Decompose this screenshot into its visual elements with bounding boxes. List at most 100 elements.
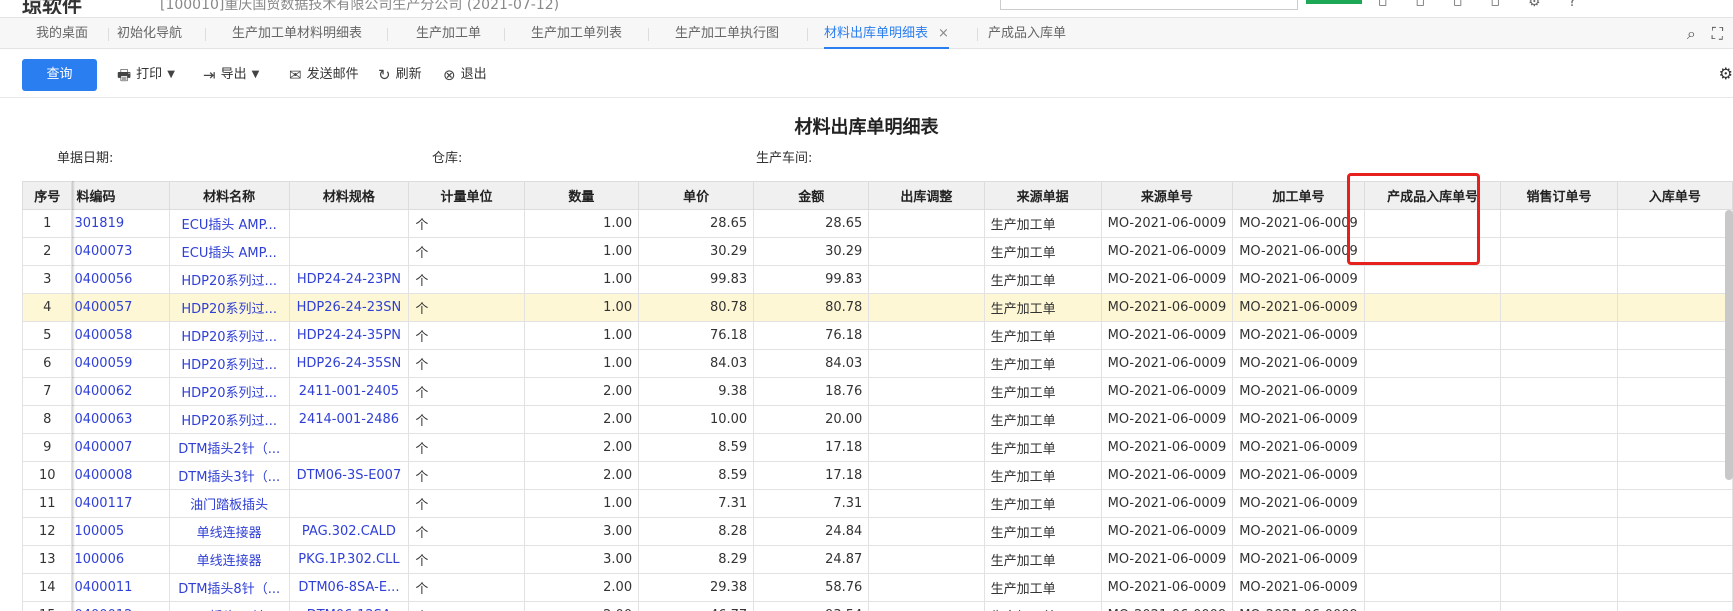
cell-material-spec[interactable]: 2411-001-2405 bbox=[288, 377, 410, 406]
help-icon[interactable]: ? bbox=[1569, 0, 1576, 10]
tab-finished-goods-receipt[interactable]: 产成品入库单 bbox=[988, 18, 1066, 49]
send-mail-button[interactable]: ✉ 发送邮件 bbox=[289, 64, 359, 86]
tab-workorder[interactable]: 生产加工单 bbox=[416, 18, 481, 49]
tab-workorder-material-detail[interactable]: 生产加工单材料明细表 bbox=[232, 18, 362, 49]
tab-init-guide[interactable]: 初始化导航 bbox=[117, 18, 182, 49]
cell-material-spec[interactable] bbox=[288, 489, 410, 518]
cell-material-name[interactable]: DTM插头2针（... bbox=[168, 433, 290, 462]
col-unit-price-header[interactable]: 单价 bbox=[638, 181, 755, 210]
cell-material-name[interactable]: DTM插头8针（... bbox=[168, 573, 290, 602]
cell-material-name[interactable]: HDP20系列过... bbox=[168, 265, 290, 294]
cell-material-code[interactable]: 0400008 bbox=[71, 461, 170, 490]
refresh-button[interactable]: ↻ 刷新 bbox=[378, 64, 422, 86]
cell-material-name[interactable]: HDP20系列过... bbox=[168, 321, 290, 350]
cell-material-spec[interactable] bbox=[288, 209, 410, 238]
export-button[interactable]: ⇥ 导出 ▼ bbox=[203, 64, 259, 86]
cell-material-name[interactable]: DTM插头3针（... bbox=[168, 461, 290, 490]
table-row[interactable]: 5 0400058 HDP20系列过... HDP24-24-35PN 个 1.00 76.… bbox=[21, 321, 1733, 350]
cell-material-spec[interactable]: PKG.1P.302.CLL bbox=[288, 545, 410, 574]
message-icon[interactable]: ▫ bbox=[1416, 0, 1426, 10]
cell-material-name[interactable]: ECU插头 AMP... bbox=[168, 209, 290, 238]
cell-material-name[interactable]: 油门踏板插头 bbox=[168, 489, 290, 518]
cell-material-name[interactable]: 单线连接器 bbox=[168, 545, 290, 574]
close-icon[interactable]: × bbox=[938, 26, 949, 41]
tab-material-issue-detail[interactable]: 材料出库单明细表 × bbox=[824, 18, 949, 49]
cell-material-code[interactable]: 0400073 bbox=[71, 237, 170, 266]
tab-desktop[interactable]: 我的桌面 bbox=[36, 18, 88, 49]
cell-material-code[interactable]: 0400059 bbox=[71, 349, 170, 378]
table-row[interactable]: 8 0400063 HDP20系列过... 2414-001-2486 个 2.00 10.… bbox=[21, 405, 1733, 434]
table-row[interactable]: 6 0400059 HDP20系列过... HDP26-24-35SN 个 1.00 84.… bbox=[21, 349, 1733, 378]
table-row[interactable]: 150400012DTM插头12针...DTM06-12SA个2.0046.77… bbox=[21, 601, 1733, 611]
vertical-scrollbar[interactable] bbox=[1725, 210, 1733, 480]
col-amount-header[interactable]: 金额 bbox=[753, 181, 870, 210]
gear-icon[interactable]: ⚙ bbox=[1719, 64, 1733, 83]
table-row[interactable]: 12 100005 单线连接器 PAG.302.CALD 个 3.00 8.28 24.84 生… bbox=[21, 517, 1733, 546]
col-sales-order-no-header[interactable]: 销售订单号 bbox=[1500, 181, 1618, 210]
tab-workorder-execution[interactable]: 生产加工单执行图 bbox=[675, 18, 779, 49]
col-source-no-header[interactable]: 来源单号 bbox=[1100, 181, 1234, 210]
global-search-input[interactable] bbox=[1000, 0, 1298, 10]
cell-material-code[interactable]: 100005 bbox=[71, 517, 170, 546]
print-button[interactable]: 🖶 打印 ▼ bbox=[117, 64, 175, 86]
cell-material-spec[interactable]: PAG.302.CALD bbox=[288, 517, 410, 546]
table-row[interactable]: 11 0400117 油门踏板插头个 1.00 7.31 7.31 生产加工单 MO-2021… bbox=[21, 489, 1733, 518]
col-seq-header[interactable]: 序号 bbox=[21, 181, 73, 210]
cell-material-name[interactable]: ECU插头 AMP... bbox=[168, 237, 290, 266]
cell-material-code[interactable]: 0400057 bbox=[71, 293, 170, 322]
cell-material-name[interactable]: HDP20系列过... bbox=[168, 405, 290, 434]
cell-material-code[interactable]: 0400056 bbox=[71, 265, 170, 294]
cell-material-name[interactable]: HDP20系列过... bbox=[168, 293, 290, 322]
fullscreen-icon[interactable]: ⛶ bbox=[1712, 24, 1723, 44]
cell-amount: 24.84 bbox=[753, 517, 870, 546]
cell-material-code[interactable]: 0400012 bbox=[71, 601, 170, 611]
cell-material-code[interactable]: 100006 bbox=[71, 545, 170, 574]
cell-material-spec[interactable]: HDP26-24-23SN bbox=[288, 293, 410, 322]
tool-icon[interactable]: ▫ bbox=[1453, 0, 1463, 10]
cell-material-spec[interactable]: DTM06-12SA bbox=[288, 601, 410, 611]
cell-material-code[interactable]: 301819 bbox=[71, 209, 170, 238]
col-qty-header[interactable]: 数量 bbox=[523, 181, 640, 210]
table-row[interactable]: 3 0400056 HDP20系列过... HDP24-24-23PN 个 1.00 99.… bbox=[21, 265, 1733, 294]
cell-material-code[interactable]: 0400011 bbox=[71, 573, 170, 602]
col-receipt-no-header[interactable]: 入库单号 bbox=[1616, 181, 1733, 210]
notification-icon[interactable]: ▫ bbox=[1378, 0, 1388, 10]
cell-material-code[interactable]: 0400007 bbox=[71, 433, 170, 462]
search-icon[interactable]: ⌕ bbox=[1687, 24, 1696, 44]
cell-material-spec[interactable]: HDP24-24-35PN bbox=[288, 321, 410, 350]
phone-icon[interactable]: ▫ bbox=[1491, 0, 1501, 10]
table-row[interactable]: 13 100006 单线连接器 PKG.1P.302.CLL 个 3.00 8.29 24.8… bbox=[21, 545, 1733, 574]
cell-material-spec[interactable] bbox=[288, 237, 410, 266]
cell-material-code[interactable]: 0400058 bbox=[71, 321, 170, 350]
exit-button[interactable]: ⊗ 退出 bbox=[443, 64, 487, 86]
cell-material-code[interactable]: 0400063 bbox=[71, 405, 170, 434]
cell-material-spec[interactable]: HDP26-24-35SN bbox=[288, 349, 410, 378]
table-row[interactable]: 7 0400062 HDP20系列过... 2411-001-2405 个 2.00 9.3… bbox=[21, 377, 1733, 406]
col-issue-adjust-header[interactable]: 出库调整 bbox=[868, 181, 985, 210]
cell-material-name[interactable]: HDP20系列过... bbox=[168, 349, 290, 378]
col-material-name-header[interactable]: 材料名称 bbox=[168, 181, 290, 210]
cell-material-name[interactable]: 单线连接器 bbox=[168, 517, 290, 546]
table-row[interactable]: 4 0400057 HDP20系列过... HDP26-24-23SN 个 1.00 80.… bbox=[21, 293, 1733, 322]
green-action-button[interactable] bbox=[1306, 0, 1362, 4]
col-unit-header[interactable]: 计量单位 bbox=[408, 181, 525, 210]
cell-material-spec[interactable]: DTM06-8SA-E... bbox=[288, 573, 410, 602]
cell-material-spec[interactable] bbox=[288, 433, 410, 462]
col-material-code-header[interactable]: 料编码 bbox=[71, 181, 170, 210]
col-source-doc-header[interactable]: 来源单据 bbox=[983, 181, 1102, 210]
table-row[interactable]: 10 0400008 DTM插头3针（... DTM06-3S-E007 个 2.00 8.… bbox=[21, 461, 1733, 490]
col-workorder-no-header[interactable]: 加工单号 bbox=[1232, 181, 1365, 210]
tab-workorder-list[interactable]: 生产加工单列表 bbox=[531, 18, 622, 49]
cell-material-code[interactable]: 0400062 bbox=[71, 377, 170, 406]
query-button[interactable]: 查询 bbox=[22, 59, 97, 91]
cell-material-spec[interactable]: HDP24-24-23PN bbox=[288, 265, 410, 294]
settings-icon[interactable]: ⚙ bbox=[1528, 0, 1541, 10]
table-row[interactable]: 9 0400007 DTM插头2针（... 个 2.00 8.59 17.18 生产加工单 MO… bbox=[21, 433, 1733, 462]
cell-material-code[interactable]: 0400117 bbox=[71, 489, 170, 518]
cell-material-spec[interactable]: 2414-001-2486 bbox=[288, 405, 410, 434]
cell-material-name[interactable]: DTM插头12针... bbox=[168, 601, 290, 611]
cell-material-name[interactable]: HDP20系列过... bbox=[168, 377, 290, 406]
table-row[interactable]: 14 0400011 DTM插头8针（... DTM06-8SA-E... 个 2.00 2… bbox=[21, 573, 1733, 602]
cell-material-spec[interactable]: DTM06-3S-E007 bbox=[288, 461, 410, 490]
col-material-spec-header[interactable]: 材料规格 bbox=[288, 181, 410, 210]
